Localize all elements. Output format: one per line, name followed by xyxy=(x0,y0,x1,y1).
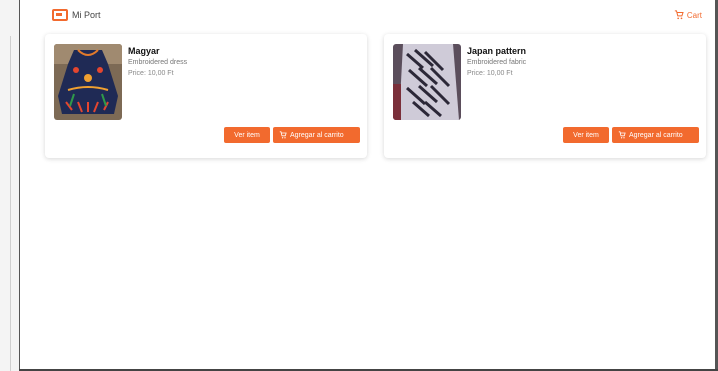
cart-icon xyxy=(618,131,626,139)
brand-name[interactable]: Mi Port xyxy=(72,10,101,20)
cart-button[interactable]: Cart xyxy=(674,10,702,20)
view-item-label: Ver item xyxy=(573,131,599,139)
cart-icon xyxy=(279,131,287,139)
product-price: Price: 10,00 Ft xyxy=(467,70,513,77)
cart-icon xyxy=(674,10,684,20)
add-to-cart-button[interactable]: Agregar al carrito xyxy=(612,127,699,143)
product-subtitle: Embroidered fabric xyxy=(467,59,527,66)
panel-divider xyxy=(10,36,11,371)
product-card: Japan pattern Embroidered fabric Price: … xyxy=(384,34,706,158)
view-item-label: Ver item xyxy=(234,131,260,139)
add-to-cart-label: Agregar al carrito xyxy=(290,131,344,139)
product-name[interactable]: Magyar xyxy=(128,46,160,56)
cart-label: Cart xyxy=(686,10,702,20)
product-name[interactable]: Japan pattern xyxy=(467,46,526,56)
woven-pattern-image[interactable] xyxy=(393,44,461,120)
left-panel-edge xyxy=(0,0,20,371)
header: Mi Port xyxy=(52,6,101,24)
add-to-cart-label: Agregar al carrito xyxy=(629,131,683,139)
embroidered-dress-image[interactable] xyxy=(54,44,122,120)
product-price: Price: 10,00 Ft xyxy=(128,70,174,77)
product-subtitle: Embroidered dress xyxy=(128,59,188,66)
add-to-cart-button[interactable]: Agregar al carrito xyxy=(273,127,360,143)
product-card: Magyar Embroidered dress Price: 10,00 Ft… xyxy=(45,34,367,158)
store-logo-icon[interactable] xyxy=(52,9,68,21)
view-item-button[interactable]: Ver item xyxy=(563,127,609,143)
view-item-button[interactable]: Ver item xyxy=(224,127,270,143)
